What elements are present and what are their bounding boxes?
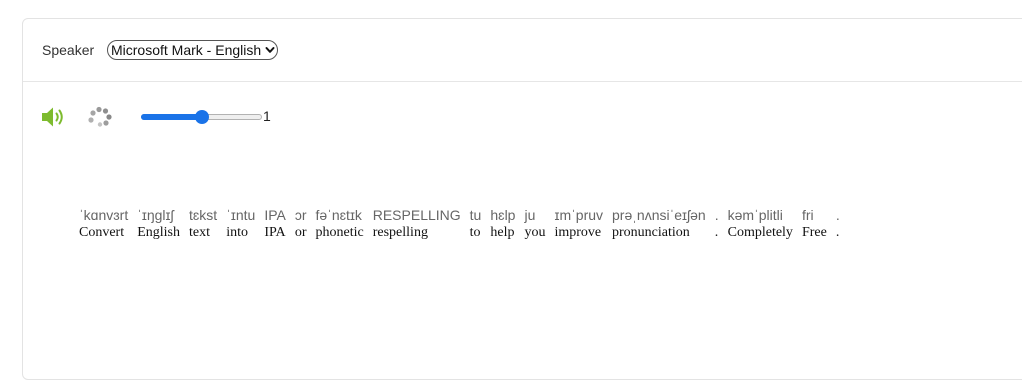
english-word: English bbox=[137, 225, 180, 240]
word-pair: ˈɪntu into bbox=[226, 207, 255, 241]
transcription-output: ˈkɑnvɜrt Convert ˈɪŋglɪʃ English tɛkst text ˈɪ… bbox=[79, 207, 849, 241]
loading-spinner-icon bbox=[88, 106, 112, 127]
ipa-word: . bbox=[714, 207, 719, 223]
ipa-word: fəˈnɛtɪk bbox=[315, 207, 362, 223]
word-pair: prəˌnʌnsiˈeɪʃən pronunciation bbox=[612, 207, 706, 241]
speed-value: 1 bbox=[263, 108, 271, 124]
converter-card: Speaker Microsoft Mark - English 1 ˈkɑnv… bbox=[22, 18, 1022, 380]
volume-icon[interactable] bbox=[41, 105, 67, 129]
word-pair: kəmˈplitli Completely bbox=[728, 207, 793, 241]
ipa-word: ˈkɑnvɜrt bbox=[79, 207, 129, 223]
english-word: help bbox=[490, 225, 515, 240]
ipa-word: IPA bbox=[264, 207, 286, 223]
speed-slider-fill bbox=[141, 114, 202, 120]
english-word: phonetic bbox=[315, 225, 364, 240]
ipa-word: tɛkst bbox=[189, 207, 218, 223]
playback-controls: 1 bbox=[41, 105, 301, 129]
word-pair: tɛkst text bbox=[189, 207, 217, 241]
ipa-word: ɪmˈpruv bbox=[554, 207, 604, 223]
english-word: . bbox=[714, 225, 719, 240]
word-pair: tu to bbox=[470, 207, 482, 241]
speed-slider[interactable] bbox=[141, 109, 262, 125]
word-pair: ɪmˈpruv improve bbox=[554, 207, 603, 241]
ipa-word: RESPELLING bbox=[372, 207, 461, 223]
ipa-word: ˈɪŋglɪʃ bbox=[137, 207, 174, 223]
english-word: or bbox=[294, 225, 307, 240]
word-pair: .. bbox=[836, 207, 840, 241]
word-pair: fri Free bbox=[802, 207, 827, 241]
english-word: Convert bbox=[79, 225, 125, 240]
ipa-word: tu bbox=[469, 207, 482, 223]
word-pair: ɔr or bbox=[295, 207, 307, 241]
english-word: pronunciation bbox=[612, 225, 690, 240]
ipa-word: . bbox=[835, 207, 840, 223]
chevron-down-icon bbox=[265, 47, 275, 53]
word-pair: ˈkɑnvɜrt Convert bbox=[79, 207, 128, 241]
ipa-word: ju bbox=[524, 207, 536, 223]
english-word: into bbox=[226, 225, 248, 240]
english-word: Completely bbox=[727, 225, 793, 240]
word-pair: fəˈnɛtɪk phonetic bbox=[316, 207, 364, 241]
word-pair: IPA IPA bbox=[264, 207, 286, 241]
english-word: IPA bbox=[264, 225, 286, 240]
speaker-label: Speaker bbox=[42, 42, 95, 58]
ipa-word: kəmˈplitli bbox=[727, 207, 783, 223]
word-pair: .. bbox=[715, 207, 719, 241]
ipa-word: fri bbox=[801, 207, 814, 223]
ipa-word: hɛlp bbox=[490, 207, 516, 223]
english-word: to bbox=[469, 225, 481, 240]
word-pair: hɛlp help bbox=[490, 207, 515, 241]
speaker-row: Speaker Microsoft Mark - English bbox=[23, 19, 1022, 82]
ipa-word: ˈɪntu bbox=[226, 207, 256, 223]
ipa-word: prəˌnʌnsiˈeɪʃən bbox=[612, 207, 706, 223]
english-word: respelling bbox=[372, 225, 428, 240]
speed-slider-thumb[interactable] bbox=[194, 110, 209, 124]
english-word: you bbox=[524, 225, 546, 240]
english-word: Free bbox=[801, 225, 827, 240]
english-word: improve bbox=[554, 225, 602, 240]
speaker-select[interactable]: Microsoft Mark - English bbox=[107, 40, 279, 60]
english-word: text bbox=[189, 225, 210, 240]
speaker-select-value: Microsoft Mark - English bbox=[111, 42, 262, 58]
word-pair: ˈɪŋglɪʃ English bbox=[137, 207, 180, 241]
ipa-word: ɔr bbox=[294, 207, 307, 223]
english-word: . bbox=[835, 225, 840, 240]
word-pair: RESPELLING respelling bbox=[373, 207, 461, 241]
word-pair: ju you bbox=[524, 207, 545, 241]
